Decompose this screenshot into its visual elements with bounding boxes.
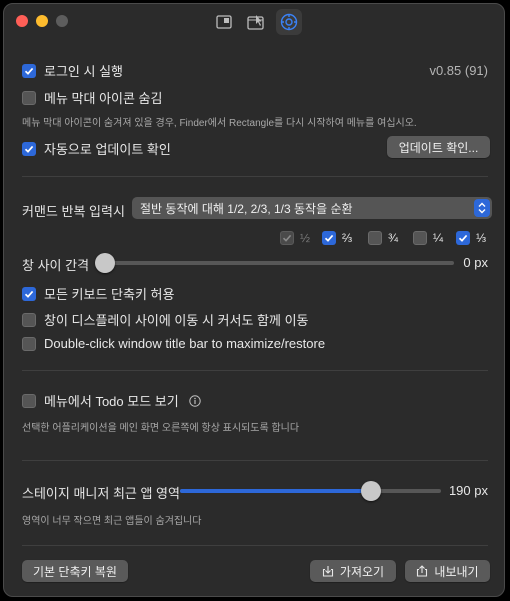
fraction-quarter-label: ¼ <box>433 231 444 245</box>
divider <box>22 176 488 177</box>
chevron-updown-icon <box>474 199 490 217</box>
gap-slider-track[interactable] <box>96 261 454 265</box>
launch-on-login-checkbox[interactable] <box>22 63 36 78</box>
window-layout-icon <box>216 15 232 29</box>
tab-general-settings[interactable] <box>276 9 302 35</box>
stage-manager-description: 영역이 너무 작으면 최근 앱들이 숨겨집니다 <box>22 516 202 527</box>
move-cursor-row: 창이 디스플레이 사이에 이동 시 커서도 함께 이동 <box>22 310 488 329</box>
checkmark-icon <box>24 67 34 75</box>
version-label: v0.85 (91) <box>429 63 488 78</box>
fraction-quarter[interactable]: ¼ <box>413 231 443 245</box>
fraction-half[interactable]: ½ <box>280 231 310 245</box>
divider <box>22 545 488 546</box>
fraction-half-checkbox[interactable] <box>280 231 294 245</box>
export-label: 내보내기 <box>434 564 479 579</box>
fraction-two-thirds[interactable]: ⅔ <box>322 231 352 245</box>
stage-slider-fill <box>180 489 371 493</box>
import-button[interactable]: 가져오기 <box>310 560 396 582</box>
hide-menubar-icon-row: 메뉴 막대 아이콘 숨김 <box>22 88 488 107</box>
minimize-button[interactable] <box>36 15 48 27</box>
double-click-label: Double-click window title bar to maximiz… <box>44 336 326 351</box>
title-bar <box>4 4 504 38</box>
checkmark-icon <box>24 145 34 153</box>
settings-window: 로그인 시 실행 v0.85 (91) 메뉴 막대 아이콘 숨김 메뉴 막대 아… <box>3 3 505 597</box>
snap-area-icon <box>247 15 264 30</box>
fraction-three-quarters-label: ¾ <box>388 231 399 245</box>
launch-on-login-label: 로그인 시 실행 <box>44 64 123 79</box>
tab-keyboard-shortcuts[interactable] <box>211 9 237 35</box>
repeat-command-label: 커맨드 반복 입력시 <box>22 204 125 219</box>
repeat-mode-selected: 절반 동작에 대해 1/2, 2/3, 1/3 동작을 순환 <box>140 201 353 216</box>
fraction-third[interactable]: ⅓ <box>456 231 486 245</box>
info-icon[interactable] <box>189 394 201 407</box>
todo-mode-row: 메뉴에서 Todo 모드 보기 <box>22 391 488 410</box>
hide-menubar-icon-label: 메뉴 막대 아이콘 숨김 <box>44 91 163 106</box>
fraction-three-quarters-checkbox[interactable] <box>368 231 382 245</box>
stage-manager-label: 스테이지 매니저 최근 앱 영역 <box>22 486 180 501</box>
restore-defaults-button[interactable]: 기본 단축키 복원 <box>22 560 128 582</box>
stage-slider-knob[interactable] <box>360 481 381 501</box>
checkmark-icon <box>324 234 334 242</box>
fraction-third-checkbox[interactable] <box>456 231 470 245</box>
export-button[interactable]: 내보내기 <box>405 560 490 582</box>
fraction-half-label: ½ <box>300 231 311 245</box>
zoom-button[interactable] <box>56 15 68 27</box>
check-updates-button[interactable]: 업데이트 확인... <box>387 136 490 158</box>
allow-all-shortcuts-label: 모든 키보드 단축키 허용 <box>44 287 175 302</box>
todo-mode-checkbox[interactable] <box>22 393 36 408</box>
fraction-third-label: ⅓ <box>476 231 487 245</box>
fraction-quarter-checkbox[interactable] <box>413 231 427 245</box>
auto-update-checkbox[interactable] <box>22 141 36 156</box>
gap-slider-knob[interactable] <box>95 253 115 273</box>
checkmark-icon <box>24 290 34 298</box>
hide-menubar-icon-checkbox[interactable] <box>22 90 36 105</box>
allow-all-shortcuts-row: 모든 키보드 단축키 허용 <box>22 284 488 303</box>
move-cursor-checkbox[interactable] <box>22 312 36 327</box>
gap-label: 창 사이 간격 <box>22 258 90 273</box>
launch-on-login-row: 로그인 시 실행 v0.85 (91) <box>22 61 488 80</box>
divider <box>22 460 488 461</box>
todo-mode-label: 메뉴에서 Todo 모드 보기 <box>44 394 179 409</box>
move-cursor-label: 창이 디스플레이 사이에 이동 시 커서도 함께 이동 <box>44 313 309 328</box>
checkmark-icon <box>458 234 468 242</box>
close-button[interactable] <box>16 15 28 27</box>
auto-update-label: 자동으로 업데이트 확인 <box>44 142 171 157</box>
import-icon <box>322 566 333 577</box>
hide-menubar-description: 메뉴 막대 아이콘이 숨겨져 있을 경우, Finder에서 Rectangle… <box>22 118 417 129</box>
double-click-row: Double-click window title bar to maximiz… <box>22 336 488 351</box>
fraction-two-thirds-checkbox[interactable] <box>322 231 336 245</box>
repeat-mode-select[interactable]: 절반 동작에 대해 1/2, 2/3, 1/3 동작을 순환 <box>132 197 492 219</box>
todo-mode-description: 선택한 어플리케이션을 메인 화면 오른쪽에 항상 표시되도록 합니다 <box>22 423 300 434</box>
fraction-two-thirds-label: ⅔ <box>342 231 353 245</box>
share-icon <box>417 565 428 577</box>
stage-value: 190 px <box>448 483 488 498</box>
tab-snap-areas[interactable] <box>243 9 269 35</box>
fraction-three-quarters[interactable]: ¾ <box>368 231 398 245</box>
double-click-checkbox[interactable] <box>22 336 36 351</box>
checkmark-icon <box>282 234 292 242</box>
allow-all-shortcuts-checkbox[interactable] <box>22 286 36 301</box>
divider <box>22 370 488 371</box>
gear-icon <box>280 13 298 31</box>
gap-value: 0 px <box>463 255 488 270</box>
import-label: 가져오기 <box>339 564 385 579</box>
